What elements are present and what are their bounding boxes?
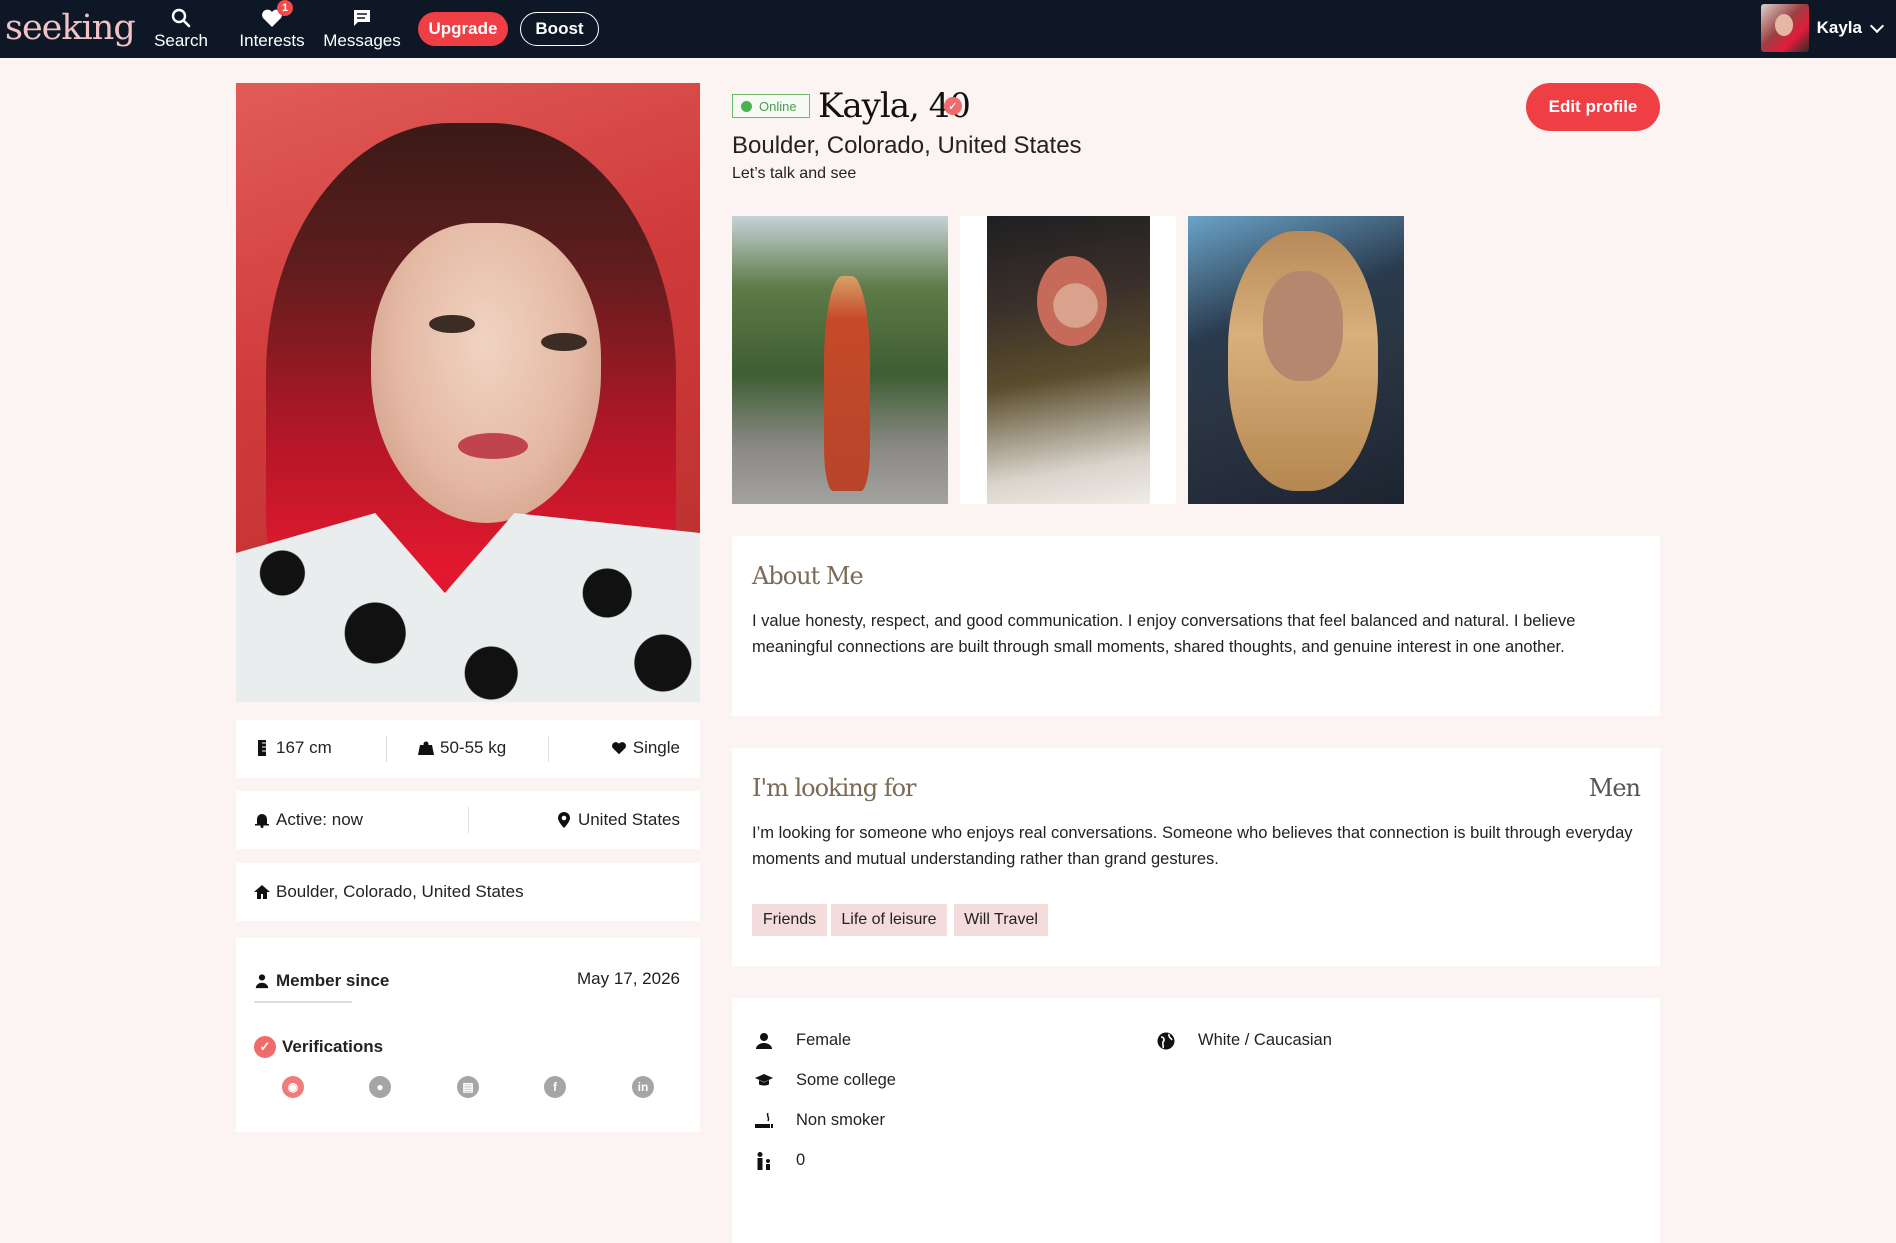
- member-since-label: Member since: [276, 971, 390, 990]
- edit-profile-button[interactable]: Edit profile: [1526, 83, 1660, 131]
- site-logo[interactable]: seeking: [5, 8, 136, 48]
- location-pin-icon: [556, 812, 572, 828]
- nav-messages-label: Messages: [323, 31, 401, 50]
- membership-card: Member since May 17, 2026 ✓ Verification…: [236, 938, 700, 1132]
- main-profile-photo[interactable]: [236, 83, 700, 702]
- weight-stat: 50-55 kg: [418, 738, 506, 758]
- bell-icon: [254, 812, 270, 828]
- height-stat: 167 cm: [254, 738, 332, 758]
- height-value: 167 cm: [276, 738, 332, 757]
- nav-interests[interactable]: 1 Interests: [236, 0, 308, 51]
- active-stat: Active: now: [254, 810, 363, 830]
- stats-card: 167 cm 50-55 kg Single: [236, 720, 700, 778]
- smoking-detail: Non smoker: [754, 1111, 885, 1130]
- ethnicity-detail: White / Caucasian: [1156, 1031, 1332, 1050]
- avatar: [1760, 4, 1809, 52]
- smoking-value: Non smoker: [796, 1111, 885, 1129]
- online-label: Online: [759, 98, 797, 114]
- profile-verification-icon[interactable]: ●: [369, 1076, 391, 1098]
- chevron-down-icon: [1869, 18, 1885, 33]
- education-value: Some college: [796, 1071, 896, 1089]
- education-detail: Some college: [754, 1071, 896, 1090]
- globe-icon: [1156, 1032, 1176, 1050]
- gallery-photo-1[interactable]: [732, 216, 948, 504]
- top-navbar: seeking Search 1 Interests Messages Upgr…: [0, 0, 1896, 58]
- linkedin-icon[interactable]: in: [632, 1076, 654, 1098]
- graduation-cap-icon: [754, 1073, 774, 1088]
- nav-messages[interactable]: Messages: [322, 7, 402, 51]
- profile-tagline: Let’s talk and see: [732, 165, 857, 182]
- person-icon: [754, 1032, 774, 1049]
- home-stat: Boulder, Colorado, United States: [254, 882, 524, 902]
- verified-check-icon: ✓: [944, 97, 962, 115]
- about-title: About Me: [752, 562, 864, 590]
- photo-verification-icon[interactable]: ◉: [282, 1076, 304, 1098]
- tag-life-of-leisure: Life of leisure: [831, 904, 947, 936]
- home-card: Boulder, Colorado, United States: [236, 863, 700, 921]
- activity-card: Active: now United States: [236, 791, 700, 849]
- nav-search[interactable]: Search: [152, 7, 210, 51]
- smoking-icon: [754, 1112, 774, 1129]
- looking-for-text: I’m looking for someone who enjoys real …: [752, 824, 1633, 868]
- gender-detail: Female: [754, 1031, 851, 1050]
- looking-for-title: I'm looking for: [752, 774, 917, 802]
- profile-location: Boulder, Colorado, United States: [732, 132, 1082, 159]
- ruler-icon: [254, 740, 270, 756]
- weight-value: 50-55 kg: [440, 738, 507, 757]
- active-value: Active: now: [276, 810, 363, 829]
- tag-friends: Friends: [752, 904, 827, 936]
- user-name: Kayla: [1816, 18, 1862, 37]
- relationship-value: Single: [632, 738, 680, 757]
- relationship-stat: Single: [611, 738, 680, 758]
- interests-badge: 1: [277, 0, 293, 16]
- tag-will-travel: Will Travel: [954, 904, 1048, 936]
- children-detail: 0: [754, 1151, 805, 1170]
- family-icon: [754, 1151, 774, 1170]
- country-value: United States: [577, 810, 680, 829]
- online-dot-icon: [741, 100, 752, 112]
- search-icon: [170, 7, 192, 29]
- verified-badge-icon: ✓: [254, 1036, 276, 1058]
- home-icon: [254, 884, 270, 900]
- id-verification-icon[interactable]: ▤: [457, 1076, 479, 1098]
- member-since-date: May 17, 2026: [576, 969, 680, 988]
- about-text: I value honesty, respect, and good commu…: [752, 612, 1576, 656]
- children-value: 0: [796, 1151, 806, 1169]
- weight-icon: [418, 740, 434, 756]
- ethnicity-value: White / Caucasian: [1198, 1031, 1332, 1049]
- home-value: Boulder, Colorado, United States: [276, 882, 524, 901]
- gallery-photo-3[interactable]: [1188, 216, 1404, 504]
- heart-icon: 1: [261, 0, 293, 29]
- verifications-row: ✓ Verifications: [254, 1036, 383, 1058]
- nav-search-label: Search: [154, 31, 208, 50]
- looking-for-target: Men: [1588, 774, 1641, 802]
- country-stat: United States: [556, 810, 680, 830]
- about-section: About Me I value honesty, respect, and g…: [732, 536, 1660, 716]
- upgrade-button[interactable]: Upgrade: [418, 12, 508, 46]
- boost-button[interactable]: Boost: [520, 12, 599, 46]
- user-menu[interactable]: Kayla: [1760, 4, 1885, 52]
- nav-interests-label: Interests: [239, 31, 305, 50]
- gender-value: Female: [796, 1031, 852, 1049]
- heart-icon: [611, 740, 627, 756]
- member-since-row: Member since: [254, 971, 389, 991]
- online-status-badge: Online: [732, 94, 810, 118]
- verifications-label: Verifications: [282, 1037, 384, 1056]
- gallery-photo-2[interactable]: [960, 216, 1176, 504]
- member-icon: [254, 973, 270, 989]
- chat-icon: [351, 7, 373, 29]
- facebook-icon[interactable]: f: [544, 1076, 566, 1098]
